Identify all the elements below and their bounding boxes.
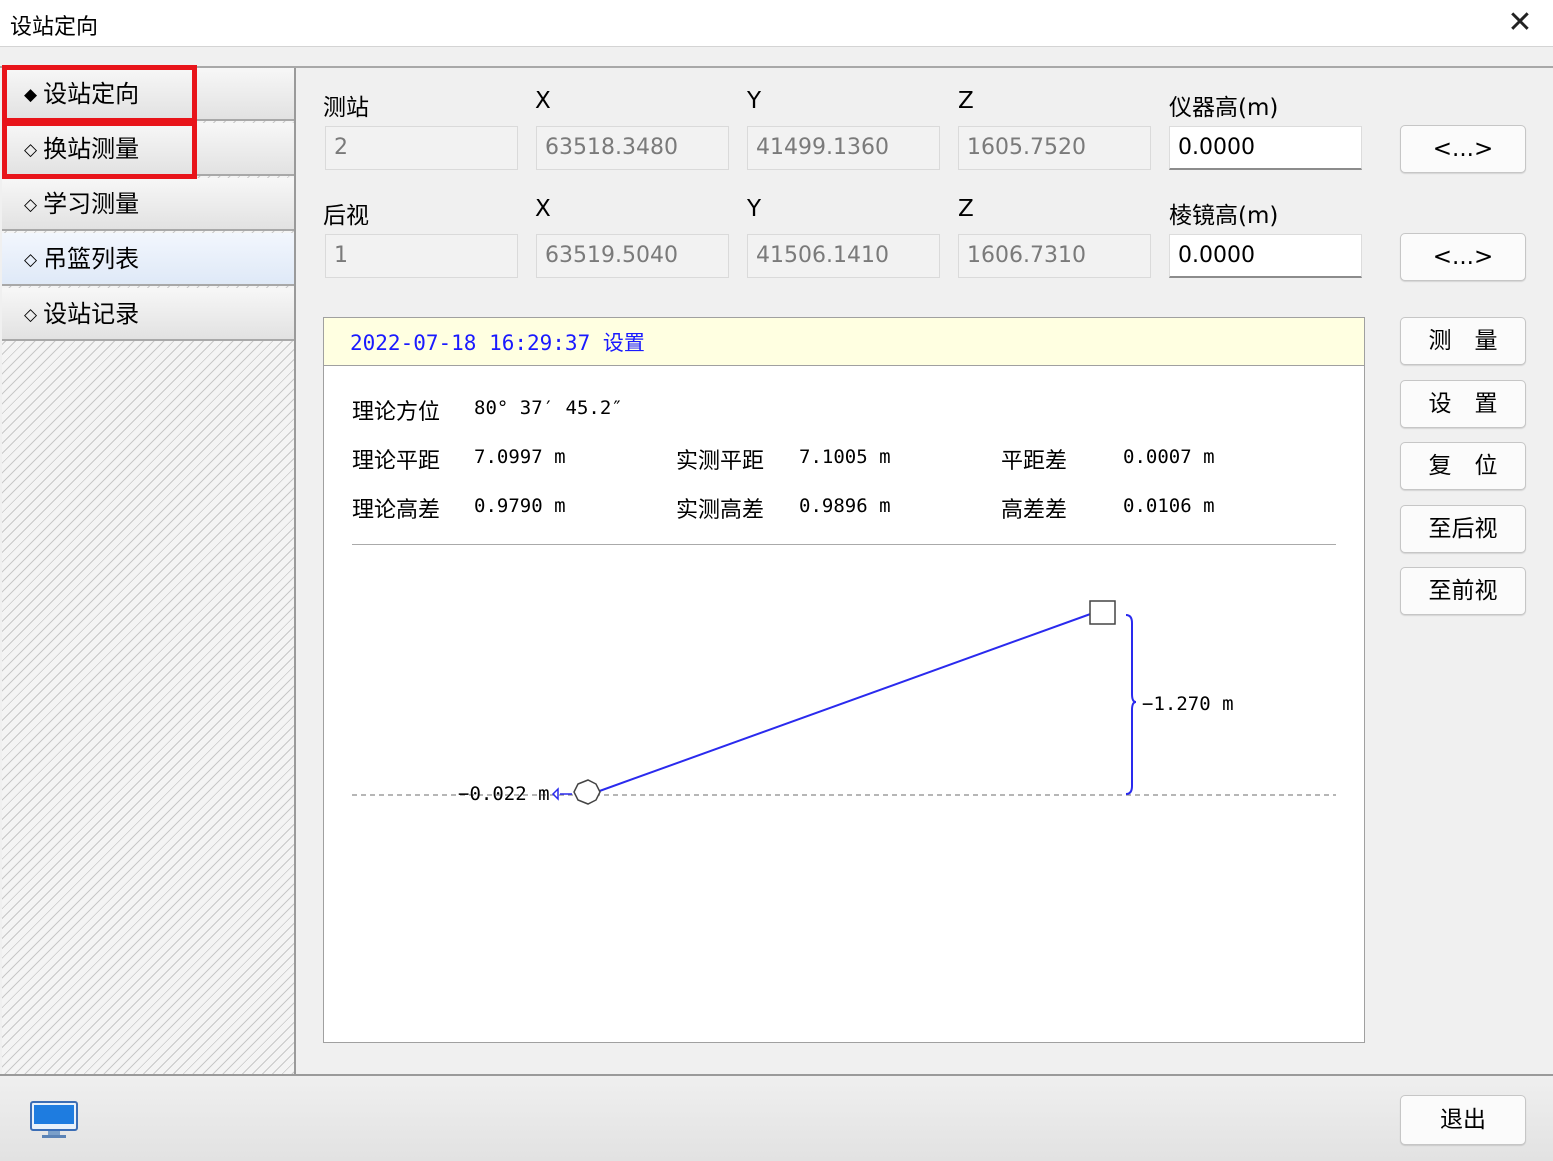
backsight-z-label: Z <box>958 196 974 222</box>
reset-button[interactable]: 复 位 <box>1400 442 1526 490</box>
diamond-outline-icon: ◇ <box>24 250 38 270</box>
station-octagon-icon <box>573 779 601 805</box>
set-button[interactable]: 设 置 <box>1400 380 1526 428</box>
sidebar-item-label: 学习测量 <box>43 190 140 218</box>
sidebar: ◆ 设站定向 ◇ 换站测量 ◇ 学习测量 ◇ 吊篮列表 ◇ 设站记录 <box>2 68 296 1074</box>
station-y-field: 41499.1360 <box>747 126 940 170</box>
footer-bar: 退出 <box>0 1074 1553 1161</box>
backsight-x-label: X <box>535 196 551 222</box>
backsight-id-field: 1 <box>325 234 518 278</box>
diamond-outline-icon: ◇ <box>24 195 38 215</box>
station-pick-button[interactable]: <...> <box>1400 125 1526 173</box>
diamond-outline-icon: ◇ <box>24 305 38 325</box>
close-icon[interactable]: ✕ <box>1501 4 1539 42</box>
station-x-label: X <box>535 88 551 114</box>
to-backsight-button[interactable]: 至后视 <box>1400 505 1526 553</box>
prism-height-label: 棱镜高(m) <box>1169 203 1279 229</box>
result-panel: 2022-07-18 16:29:37 设置 理论方位 80° 37′ 45.2… <box>323 317 1365 1043</box>
to-foresight-button[interactable]: 至前视 <box>1400 567 1526 615</box>
monitor-icon[interactable] <box>30 1101 78 1139</box>
instrument-height-label: 仪器高(m) <box>1169 95 1279 121</box>
sidebar-item-learn-measure[interactable]: ◇ 学习测量 <box>2 178 294 231</box>
title-bar: 设站定向 ✕ <box>0 0 1553 46</box>
station-y-label: Y <box>747 88 762 114</box>
backsight-z-field: 1606.7310 <box>958 234 1151 278</box>
sight-line <box>593 611 1097 794</box>
backsight-x-field: 63519.5040 <box>536 234 729 278</box>
backsight-pick-button[interactable]: <...> <box>1400 233 1526 281</box>
prism-square-icon <box>1089 600 1116 625</box>
backsight-label: 后视 <box>323 203 369 229</box>
height-offset-label: −1.270 m <box>1142 693 1234 715</box>
sidebar-item-label: 吊篮列表 <box>43 245 140 273</box>
measure-button[interactable]: 测 量 <box>1400 317 1526 365</box>
station-id-field: 2 <box>325 126 518 170</box>
prism-height-input[interactable]: 0.0000 <box>1169 234 1362 278</box>
sidebar-item-label: 设站记录 <box>43 300 140 328</box>
station-marker-icon <box>551 787 559 801</box>
station-z-field: 1605.7520 <box>958 126 1151 170</box>
station-offset-label: −0.022 m <box>458 783 550 805</box>
height-brace <box>1125 614 1137 795</box>
highlight-box <box>2 121 197 179</box>
instrument-height-input[interactable]: 0.0000 <box>1169 126 1362 170</box>
sidebar-item-basket-list[interactable]: ◇ 吊篮列表 <box>2 233 294 286</box>
backsight-y-label: Y <box>747 196 762 222</box>
window-title: 设站定向 <box>10 15 99 40</box>
station-z-label: Z <box>958 88 974 114</box>
highlight-box <box>2 65 197 123</box>
exit-button[interactable]: 退出 <box>1400 1095 1526 1145</box>
station-label: 测站 <box>323 95 369 121</box>
backsight-y-field: 41506.1410 <box>747 234 940 278</box>
orientation-diagram: −0.022 m −1.270 m <box>352 600 1336 805</box>
sidebar-item-station-log[interactable]: ◇ 设站记录 <box>2 288 294 341</box>
station-x-field: 63518.3480 <box>536 126 729 170</box>
